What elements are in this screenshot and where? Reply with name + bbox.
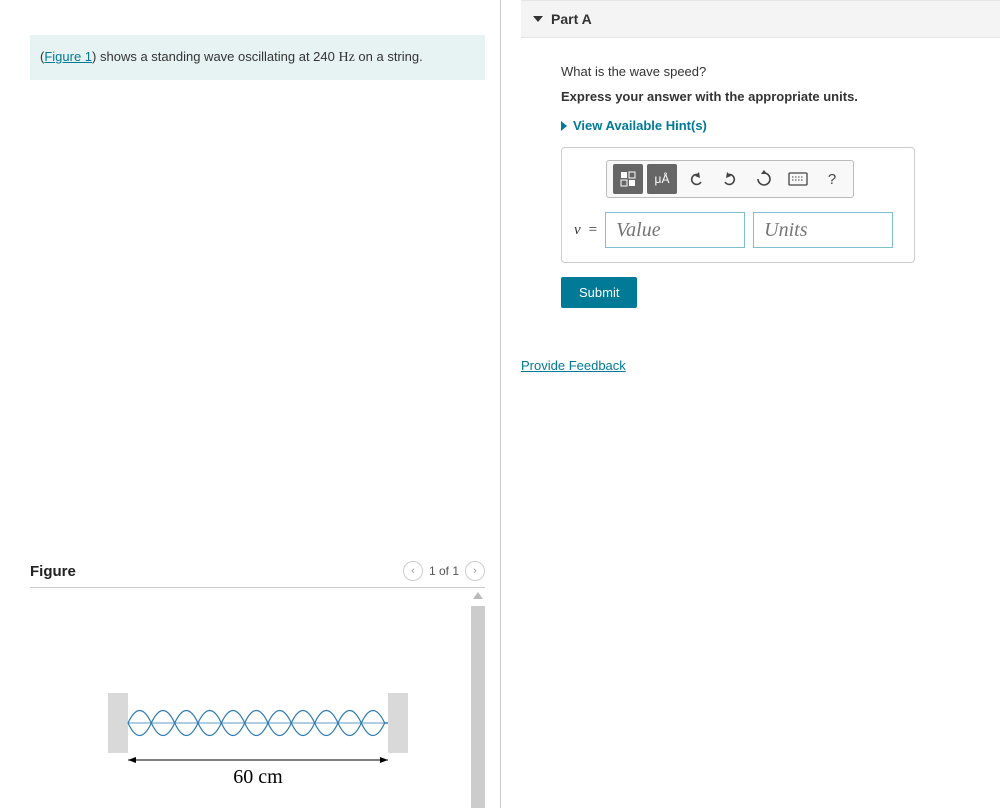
view-hints-button[interactable]: View Available Hint(s): [561, 118, 1000, 133]
units-button[interactable]: μÅ: [647, 164, 677, 194]
reset-button[interactable]: [749, 164, 779, 194]
right-pane: Part A What is the wave speed? Express y…: [501, 0, 1000, 808]
value-input[interactable]: [605, 212, 745, 248]
equation-toolbar: μÅ ?: [606, 160, 854, 198]
figure-pager: ‹ 1 of 1 ›: [403, 561, 485, 581]
templates-button[interactable]: [613, 164, 643, 194]
instruction-text: Express your answer with the appropriate…: [561, 89, 1000, 104]
problem-statement: (Figure 1) shows a standing wave oscilla…: [30, 35, 485, 80]
help-button[interactable]: ?: [817, 164, 847, 194]
figure-section: Figure ‹ 1 of 1 ›: [30, 561, 485, 808]
pager-text: 1 of 1: [429, 564, 459, 578]
units-input[interactable]: [753, 212, 893, 248]
equals-sign: =: [589, 222, 597, 239]
figure-title: Figure: [30, 563, 76, 580]
submit-button[interactable]: Submit: [561, 277, 637, 308]
expand-triangle-icon: [561, 121, 567, 131]
provide-feedback-link[interactable]: Provide Feedback: [521, 358, 626, 373]
dimension-label: 60 cm: [233, 766, 283, 788]
figure-link[interactable]: Figure 1: [44, 49, 92, 64]
scroll-up-icon[interactable]: [473, 592, 483, 599]
frequency-unit: Hz: [338, 50, 354, 65]
part-body: What is the wave speed? Express your ans…: [521, 38, 1000, 308]
figure-image: 60 cm: [30, 596, 485, 808]
left-pane: (Figure 1) shows a standing wave oscilla…: [0, 0, 500, 808]
part-header[interactable]: Part A: [521, 0, 1000, 38]
answer-box: μÅ ? v =: [561, 147, 915, 263]
figure-body: 60 cm: [30, 588, 485, 808]
question-text: What is the wave speed?: [561, 64, 1000, 79]
variable-label: v: [574, 222, 581, 239]
pager-next-button[interactable]: ›: [465, 561, 485, 581]
figure-scrollbar[interactable]: [471, 606, 485, 808]
answer-input-row: v =: [574, 212, 902, 248]
part-title: Part A: [551, 11, 592, 27]
keyboard-button[interactable]: [783, 164, 813, 194]
pager-prev-button[interactable]: ‹: [403, 561, 423, 581]
undo-button[interactable]: [681, 164, 711, 194]
collapse-caret-icon: [533, 16, 543, 22]
figure-header: Figure ‹ 1 of 1 ›: [30, 561, 485, 588]
redo-button[interactable]: [715, 164, 745, 194]
